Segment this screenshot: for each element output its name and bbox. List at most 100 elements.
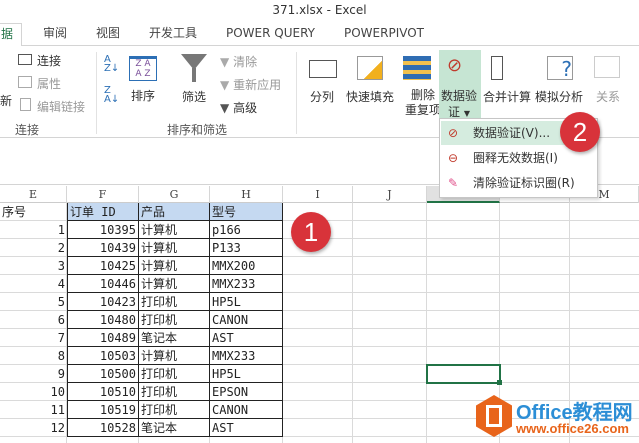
product-cell[interactable]: 打印机 bbox=[139, 401, 210, 419]
step-badge-1: 1 bbox=[291, 212, 331, 252]
order-id-cell[interactable]: 订单 ID bbox=[67, 203, 139, 221]
window-title: 371.xlsx - Excel bbox=[272, 3, 367, 17]
model-cell[interactable]: MMX200 bbox=[210, 257, 283, 275]
consolidate-button[interactable]: 合并计算 bbox=[483, 88, 531, 105]
product-cell[interactable]: 计算机 bbox=[139, 221, 210, 239]
column-header-g[interactable]: G bbox=[139, 186, 210, 203]
product-cell[interactable]: 打印机 bbox=[139, 365, 210, 383]
serial-cell[interactable]: 11 bbox=[0, 401, 67, 419]
tab-powerpivot[interactable]: POWERPIVOT bbox=[344, 23, 424, 46]
order-id-cell[interactable]: 10439 bbox=[67, 239, 139, 257]
reapply-icon: ▼ bbox=[220, 78, 230, 92]
product-cell[interactable]: 计算机 bbox=[139, 257, 210, 275]
order-id-cell[interactable]: 10446 bbox=[67, 275, 139, 293]
product-cell[interactable]: 打印机 bbox=[139, 293, 210, 311]
product-cell[interactable]: 计算机 bbox=[139, 275, 210, 293]
text-to-columns-button[interactable]: 分列 bbox=[310, 88, 334, 105]
order-id-cell[interactable]: 10423 bbox=[67, 293, 139, 311]
tab-review[interactable]: 审阅 bbox=[43, 23, 67, 46]
table-row: 8 10503 计算机 MMX233 bbox=[0, 347, 639, 365]
serial-cell[interactable]: 3 bbox=[0, 257, 67, 275]
flash-fill-icon bbox=[357, 56, 383, 80]
model-cell[interactable]: AST bbox=[210, 329, 283, 347]
watermark-url: www.office26.com bbox=[516, 421, 629, 436]
serial-cell[interactable]: 1 bbox=[0, 221, 67, 239]
order-id-cell[interactable]: 10510 bbox=[67, 383, 139, 401]
serial-cell[interactable]: 6 bbox=[0, 311, 67, 329]
ribbon-tabs: 据 审阅 视图 开发工具 POWER QUERY POWERPIVOT bbox=[0, 20, 639, 47]
serial-cell[interactable]: 5 bbox=[0, 293, 67, 311]
column-header-h[interactable]: H bbox=[210, 186, 283, 203]
advanced-label: 高级 bbox=[233, 101, 258, 115]
serial-cell[interactable]: 4 bbox=[0, 275, 67, 293]
flash-fill-button[interactable]: 快速填充 bbox=[346, 88, 394, 105]
relationships-button[interactable]: 关系 bbox=[596, 88, 620, 105]
product-cell[interactable]: 计算机 bbox=[139, 239, 210, 257]
connections-button[interactable]: 连接 bbox=[37, 52, 61, 69]
serial-cell[interactable]: 9 bbox=[0, 365, 67, 383]
column-header-f[interactable]: F bbox=[67, 186, 139, 203]
model-cell[interactable]: CANON bbox=[210, 401, 283, 419]
order-id-cell[interactable]: 10500 bbox=[67, 365, 139, 383]
properties-button[interactable]: 属性 bbox=[37, 75, 61, 92]
order-id-cell[interactable]: 10480 bbox=[67, 311, 139, 329]
menu-item-clear-circles[interactable]: ✎ 清除验证标识圈(R) bbox=[441, 171, 596, 195]
serial-cell[interactable]: 8 bbox=[0, 347, 67, 365]
order-id-cell[interactable]: 10425 bbox=[67, 257, 139, 275]
product-cell[interactable]: 笔记本 bbox=[139, 329, 210, 347]
order-id-cell[interactable]: 10528 bbox=[67, 419, 139, 437]
validation-line2: 证 bbox=[448, 105, 461, 119]
selected-cell[interactable] bbox=[426, 364, 501, 384]
tab-data[interactable]: 据 bbox=[0, 23, 23, 47]
clear-label: 清除 bbox=[233, 55, 258, 69]
edit-links-button[interactable]: 编辑链接 bbox=[37, 98, 85, 115]
model-cell[interactable]: EPSON bbox=[210, 383, 283, 401]
model-cell[interactable]: AST bbox=[210, 419, 283, 437]
order-id-cell[interactable]: 10395 bbox=[67, 221, 139, 239]
order-id-cell[interactable]: 10489 bbox=[67, 329, 139, 347]
product-cell[interactable]: 打印机 bbox=[139, 383, 210, 401]
model-cell[interactable]: CANON bbox=[210, 311, 283, 329]
order-id-cell[interactable]: 10503 bbox=[67, 347, 139, 365]
advanced-filter-button[interactable]: ▼ 高级 bbox=[220, 99, 257, 116]
sort-button[interactable]: 排序 bbox=[131, 87, 155, 104]
product-cell[interactable]: 计算机 bbox=[139, 347, 210, 365]
product-cell[interactable]: 产品 bbox=[139, 203, 210, 221]
tab-developer[interactable]: 开发工具 bbox=[149, 23, 197, 46]
model-cell[interactable]: P133 bbox=[210, 239, 283, 257]
order-id-cell[interactable]: 10519 bbox=[67, 401, 139, 419]
product-cell[interactable]: 打印机 bbox=[139, 311, 210, 329]
sort-az-icon[interactable]: A Z↓ bbox=[104, 55, 119, 74]
column-header-i[interactable]: I bbox=[283, 186, 353, 203]
model-cell[interactable]: HP5L bbox=[210, 293, 283, 311]
model-cell[interactable]: HP5L bbox=[210, 365, 283, 383]
remove-duplicates-button[interactable]: 删除 重复项 bbox=[405, 88, 441, 118]
model-cell[interactable]: MMX233 bbox=[210, 347, 283, 365]
sort-za-icon[interactable]: Z A↓ bbox=[104, 86, 119, 105]
model-cell[interactable]: MMX233 bbox=[210, 275, 283, 293]
clear-filter-button[interactable]: ▼ 清除 bbox=[220, 53, 257, 70]
serial-cell[interactable]: 序号 bbox=[0, 203, 67, 221]
column-header-e[interactable]: E bbox=[0, 186, 67, 203]
fill-handle[interactable] bbox=[497, 380, 502, 385]
clear-filter-icon: ▼ bbox=[220, 55, 230, 69]
product-cell[interactable]: 笔记本 bbox=[139, 419, 210, 437]
column-header-j[interactable]: J bbox=[353, 186, 427, 203]
office-logo-door bbox=[486, 405, 502, 427]
tab-power-query[interactable]: POWER QUERY bbox=[226, 23, 315, 46]
menu-label: 圈释无效数据(I) bbox=[473, 151, 558, 165]
model-cell[interactable]: 型号 bbox=[210, 203, 283, 221]
reapply-label: 重新应用 bbox=[233, 78, 282, 92]
model-cell[interactable]: p166 bbox=[210, 221, 283, 239]
tab-view[interactable]: 视图 bbox=[96, 23, 120, 46]
serial-cell[interactable]: 10 bbox=[0, 383, 67, 401]
serial-cell[interactable]: 7 bbox=[0, 329, 67, 347]
connections-icon bbox=[18, 54, 32, 65]
refresh-all-button[interactable]: 新 bbox=[0, 92, 12, 109]
what-if-analysis-button[interactable]: 模拟分析 bbox=[535, 88, 583, 105]
filter-button[interactable]: 筛选 bbox=[182, 88, 206, 105]
serial-cell[interactable]: 2 bbox=[0, 239, 67, 257]
reapply-button[interactable]: ▼ 重新应用 bbox=[220, 76, 281, 93]
serial-cell[interactable]: 12 bbox=[0, 419, 67, 437]
data-validation-label[interactable]: 数据验证 ▼ bbox=[441, 88, 477, 122]
